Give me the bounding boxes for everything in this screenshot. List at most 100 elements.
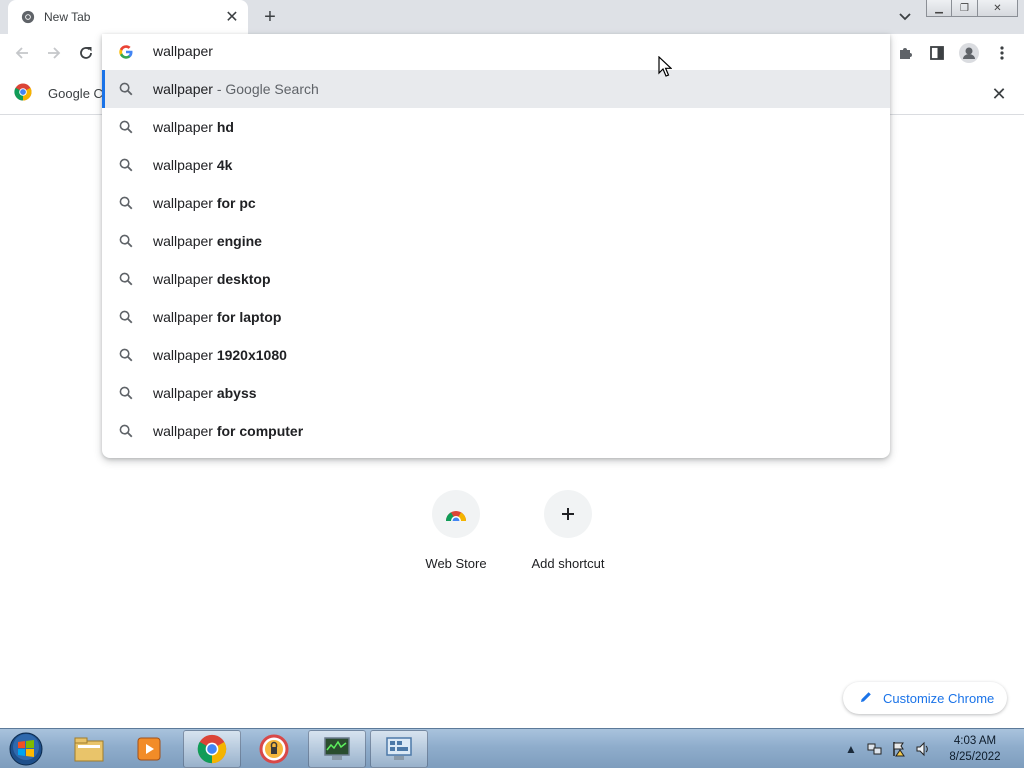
shortcut-add[interactable]: Add shortcut <box>512 490 624 580</box>
forward-button[interactable] <box>41 40 67 66</box>
suggestion-row[interactable]: wallpaper for pc <box>102 184 890 222</box>
suggestion-text: wallpaper desktop <box>153 271 271 287</box>
start-button[interactable] <box>6 730 46 768</box>
search-icon <box>119 120 133 134</box>
suggestion-text: wallpaper for pc <box>153 195 256 211</box>
suggestion-text: wallpaper 4k <box>153 157 232 173</box>
tab-strip: New Tab ✕ + ▁ ❐ ✕ <box>0 0 1024 34</box>
action-center-flag-icon[interactable] <box>890 740 908 758</box>
search-icon <box>119 82 133 96</box>
chrome-favicon-icon <box>20 9 36 25</box>
tab-close-icon[interactable]: ✕ <box>222 7 242 27</box>
suggestion-row[interactable]: wallpaper engine <box>102 222 890 260</box>
restore-button[interactable]: ❐ <box>952 0 978 17</box>
file-explorer-icon[interactable] <box>60 730 118 768</box>
suggestion-completion: for laptop <box>212 309 282 325</box>
mouse-cursor-icon <box>658 55 673 81</box>
suggestion-text: wallpaper engine <box>153 233 262 249</box>
search-icon <box>119 310 133 324</box>
customize-chrome-button[interactable]: Customize Chrome <box>843 682 1007 714</box>
show-hidden-icons-icon[interactable]: ▲ <box>842 740 860 758</box>
suggestion-row[interactable]: wallpaper desktop <box>102 260 890 298</box>
vpn-lock-icon[interactable] <box>245 730 303 768</box>
clock-time: 4:03 AM <box>953 735 997 747</box>
new-tab-button[interactable]: + <box>258 5 282 29</box>
chrome-logo-icon <box>14 83 32 104</box>
window-controls: ▁ ❐ ✕ <box>926 0 1018 18</box>
search-icon <box>119 158 133 172</box>
back-button[interactable] <box>9 40 35 66</box>
suggestion-query: wallpaper <box>153 233 213 249</box>
search-icon <box>119 386 133 400</box>
system-tray: ▲ <box>842 729 938 768</box>
minimize-button[interactable]: ▁ <box>926 0 952 17</box>
suggestion-completion: 4k <box>212 157 233 173</box>
suggestion-query: wallpaper <box>153 385 213 401</box>
suggestion-row[interactable]: wallpaper 1920x1080 <box>102 336 890 374</box>
profile-avatar-icon[interactable] <box>956 40 982 66</box>
suggestion-completion: desktop <box>212 271 271 287</box>
plus-icon <box>544 490 592 538</box>
control-panel-icon[interactable] <box>370 730 428 768</box>
suggestion-completion: for computer <box>212 423 304 439</box>
tab-search-chevron-icon[interactable] <box>894 6 916 28</box>
infobar-close-icon[interactable]: ✕ <box>988 83 1010 105</box>
shortcut-label: Web Store <box>425 556 487 571</box>
omnibox-input-row <box>102 34 890 70</box>
suggestion-query: wallpaper <box>153 157 213 173</box>
chrome-web-store-icon <box>432 490 480 538</box>
search-icon <box>119 234 133 248</box>
bookmark-item[interactable]: Google C <box>14 83 103 104</box>
suggestion-query: wallpaper <box>153 81 213 97</box>
bookmark-label: Google C <box>48 86 103 101</box>
suggestion-row[interactable]: wallpaper for computer <box>102 412 890 450</box>
chrome-icon[interactable] <box>183 730 241 768</box>
suggestion-completion: engine <box>212 233 262 249</box>
tab-title: New Tab <box>44 10 91 24</box>
suggestion-text: wallpaper abyss <box>153 385 257 401</box>
suggestion-row[interactable]: wallpaper - Google Search <box>102 70 890 108</box>
search-icon <box>119 424 133 438</box>
search-icon <box>119 196 133 210</box>
suggestion-query: wallpaper <box>153 347 213 363</box>
suggestion-row[interactable]: wallpaper 4k <box>102 146 890 184</box>
suggestion-text: wallpaper - Google Search <box>153 81 319 97</box>
google-g-icon <box>118 44 134 60</box>
task-manager-icon[interactable] <box>308 730 366 768</box>
tab-new-tab[interactable]: New Tab ✕ <box>8 0 248 34</box>
suggestion-text: wallpaper for laptop <box>153 309 281 325</box>
shortcut-label: Add shortcut <box>531 556 605 571</box>
suggestion-query: wallpaper <box>153 195 213 211</box>
customize-chrome-label: Customize Chrome <box>883 690 995 706</box>
taskbar-clock[interactable]: 4:03 AM 8/25/2022 <box>940 733 1010 765</box>
omnibox-dropdown: wallpaper - Google Searchwallpaper hdwal… <box>102 34 890 458</box>
close-window-button[interactable]: ✕ <box>978 0 1018 17</box>
shortcut-web-store[interactable]: Web Store <box>400 490 512 580</box>
suggestion-query: wallpaper <box>153 271 213 287</box>
side-panel-icon[interactable] <box>924 40 950 66</box>
suggestion-completion: for pc <box>212 195 256 211</box>
suggestion-completion: hd <box>212 119 234 135</box>
pencil-icon <box>859 690 873 707</box>
suggestion-completion: 1920x1080 <box>212 347 287 363</box>
suggestion-row[interactable]: wallpaper for laptop <box>102 298 890 336</box>
suggestion-description: - Google Search <box>212 81 319 97</box>
media-player-icon[interactable] <box>120 730 178 768</box>
extensions-puzzle-icon[interactable] <box>893 40 919 66</box>
suggestion-text: wallpaper hd <box>153 119 234 135</box>
suggestion-text: wallpaper for computer <box>153 423 303 439</box>
menu-kebab-icon[interactable] <box>989 40 1015 66</box>
suggestion-text: wallpaper 1920x1080 <box>153 347 287 363</box>
suggestion-row[interactable]: wallpaper hd <box>102 108 890 146</box>
suggestion-query: wallpaper <box>153 423 213 439</box>
suggestion-row[interactable]: wallpaper abyss <box>102 374 890 412</box>
network-icon[interactable] <box>866 740 884 758</box>
volume-speaker-icon[interactable] <box>914 740 932 758</box>
search-icon <box>119 272 133 286</box>
suggestion-completion: abyss <box>212 385 257 401</box>
suggestion-query: wallpaper <box>153 309 213 325</box>
clock-date: 8/25/2022 <box>949 751 1001 763</box>
reload-button[interactable] <box>73 40 99 66</box>
suggestion-query: wallpaper <box>153 119 213 135</box>
windows-taskbar: ▲ 4:03 AM 8/25/2022 <box>0 728 1024 768</box>
